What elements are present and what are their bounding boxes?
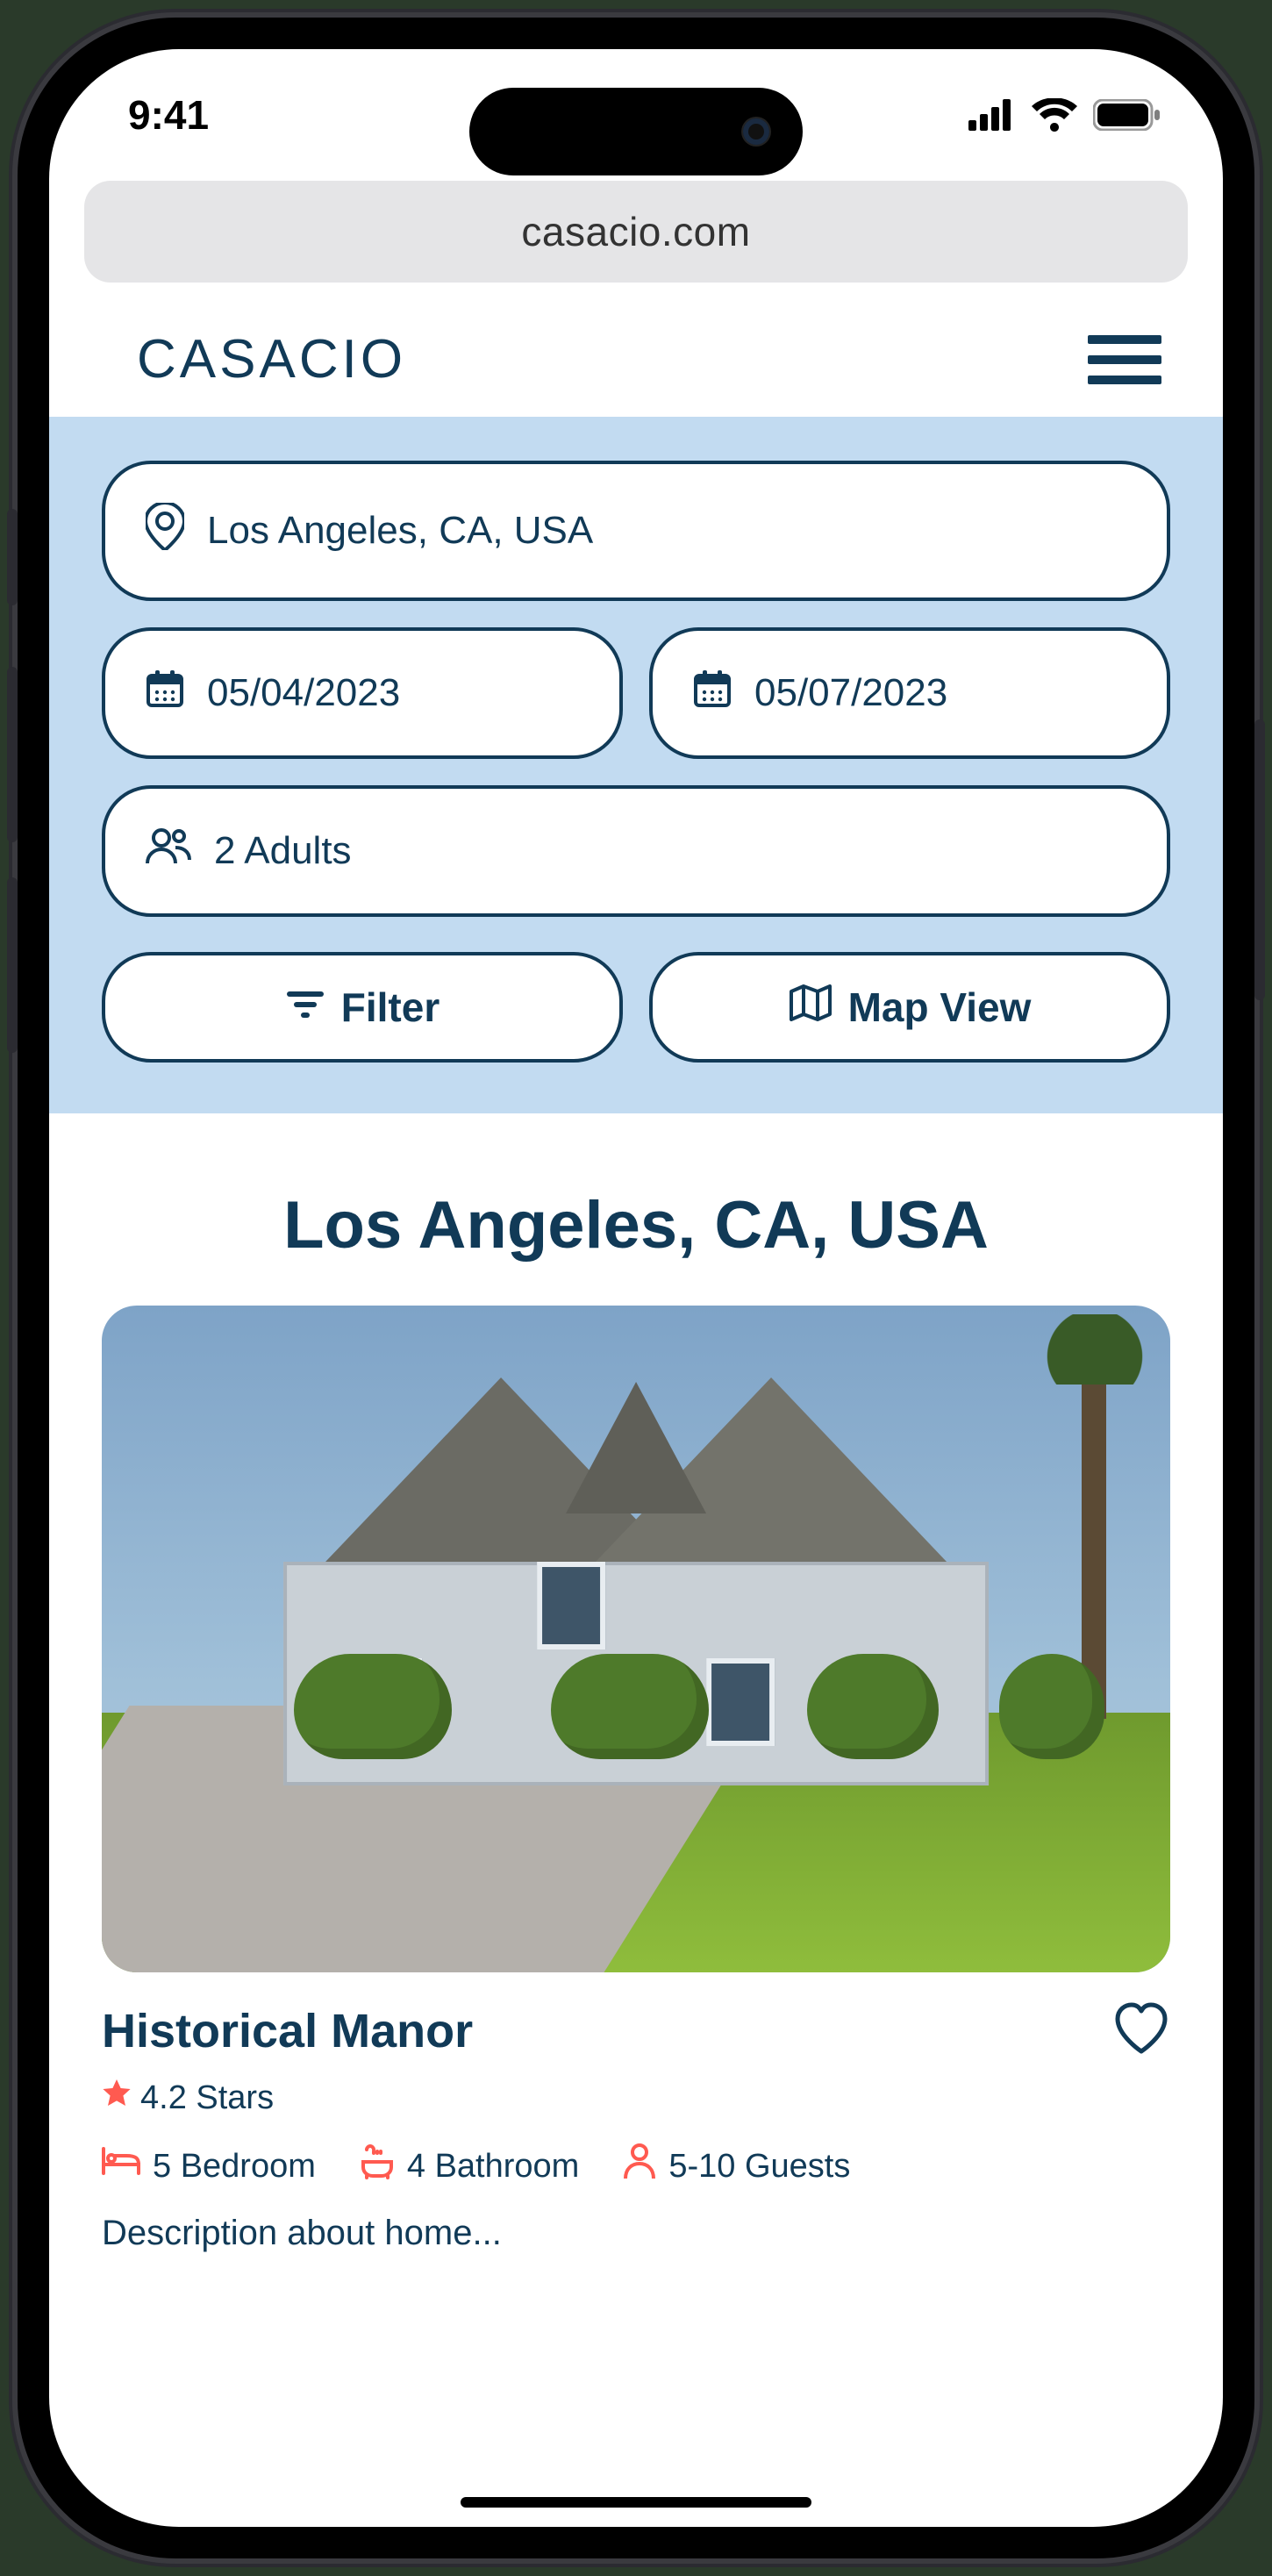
listing-description: Description about home...	[102, 2214, 1170, 2253]
results-section: Los Angeles, CA, USA Historical Manor	[49, 1113, 1223, 2253]
date-from-value: 05/04/2023	[207, 671, 400, 715]
app-header: CASACIO	[49, 302, 1223, 417]
cell-signal-icon	[968, 99, 1016, 131]
browser-url-text: casacio.com	[521, 208, 750, 255]
status-time: 9:41	[128, 91, 209, 139]
favorite-button[interactable]	[1112, 2002, 1170, 2059]
dynamic-island	[469, 88, 803, 175]
bathrooms-text: 4 Bathroom	[407, 2148, 579, 2186]
calendar-icon	[146, 669, 184, 718]
results-heading: Los Angeles, CA, USA	[102, 1187, 1170, 1263]
date-to-input[interactable]: 05/07/2023	[649, 627, 1170, 759]
person-icon	[623, 2143, 656, 2189]
listing-image[interactable]	[102, 1306, 1170, 1972]
search-panel: Los Angeles, CA, USA 05/04/2023 05/07/20…	[49, 417, 1223, 1113]
map-icon	[789, 984, 833, 1031]
rating-text: 4.2 Stars	[140, 2079, 274, 2117]
menu-button[interactable]	[1088, 332, 1161, 388]
filter-icon	[285, 984, 325, 1031]
listing-rating: 4.2 Stars	[102, 2079, 1170, 2117]
battery-icon	[1093, 99, 1161, 131]
people-icon	[146, 828, 191, 875]
map-pin-icon	[146, 503, 184, 560]
guests-value: 2 Adults	[214, 829, 352, 873]
wifi-icon	[1032, 98, 1077, 132]
calendar-icon	[693, 669, 732, 718]
guests-text: 5-10 Guests	[668, 2148, 850, 2186]
home-indicator[interactable]	[461, 2497, 811, 2508]
filter-label: Filter	[341, 984, 439, 1031]
listing-amenities: 5 Bedroom 4 Bathroom 5-10 Guests	[102, 2143, 1170, 2189]
bath-icon	[360, 2144, 395, 2188]
bedrooms-text: 5 Bedroom	[153, 2148, 316, 2186]
star-icon	[102, 2079, 132, 2117]
filter-button[interactable]: Filter	[102, 952, 623, 1063]
listing-title[interactable]: Historical Manor	[102, 2004, 473, 2058]
location-value: Los Angeles, CA, USA	[207, 509, 593, 553]
brand-logo[interactable]: CASACIO	[137, 328, 406, 390]
date-to-value: 05/07/2023	[754, 671, 947, 715]
guests-input[interactable]: 2 Adults	[102, 785, 1170, 917]
date-from-input[interactable]: 05/04/2023	[102, 627, 623, 759]
map-view-button[interactable]: Map View	[649, 952, 1170, 1063]
location-input[interactable]: Los Angeles, CA, USA	[102, 461, 1170, 601]
map-view-label: Map View	[848, 984, 1032, 1031]
bed-icon	[102, 2147, 140, 2186]
browser-url-bar[interactable]: casacio.com	[84, 181, 1188, 283]
